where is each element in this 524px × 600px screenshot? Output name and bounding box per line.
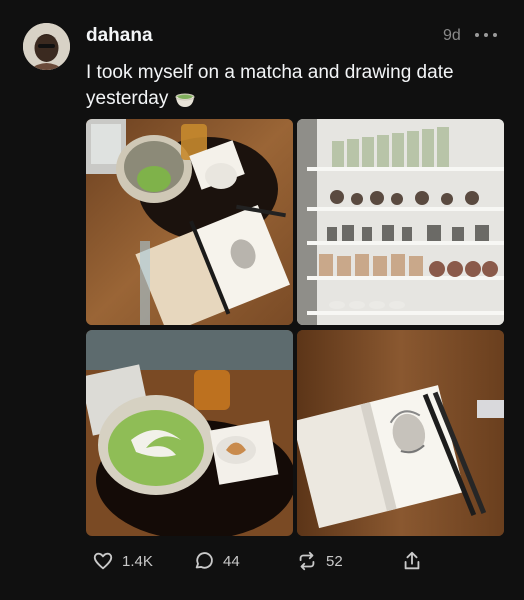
photo-matcha-sketchbook-image (86, 119, 293, 325)
post-avatar[interactable] (23, 23, 70, 70)
photo-shop-shelves[interactable] (297, 119, 504, 325)
username[interactable]: dahana (86, 25, 153, 47)
like-count: 1.4K (122, 552, 153, 570)
post-text-content: I took myself on a matcha and drawing da… (86, 62, 454, 109)
reply-count: 44 (223, 552, 240, 570)
post-text: I took myself on a matcha and drawing da… (86, 60, 506, 112)
matcha-bowl-icon (175, 93, 195, 107)
avatar-image (23, 23, 70, 70)
photo-matcha-latte-art[interactable] (86, 330, 293, 536)
heart-icon (93, 552, 113, 570)
repost-icon (299, 551, 315, 571)
reply-button[interactable]: 44 (193, 547, 240, 575)
repost-button[interactable]: 52 (296, 547, 343, 575)
more-options-icon[interactable] (475, 27, 497, 43)
comment-icon (195, 552, 213, 569)
post-timestamp: 9d (443, 27, 461, 44)
share-button[interactable] (401, 547, 431, 575)
photo-shop-shelves-image (297, 119, 504, 325)
like-button[interactable]: 1.4K (92, 547, 153, 575)
post-actions: 1.4K 44 52 (86, 547, 506, 575)
repost-count: 52 (326, 552, 343, 570)
photo-sketchbook-pencils-image (297, 330, 504, 536)
photo-matcha-sketchbook[interactable] (86, 119, 293, 325)
photo-sketchbook-pencils[interactable] (297, 330, 504, 536)
share-icon (404, 551, 420, 570)
photo-matcha-latte-art-image (86, 330, 293, 536)
